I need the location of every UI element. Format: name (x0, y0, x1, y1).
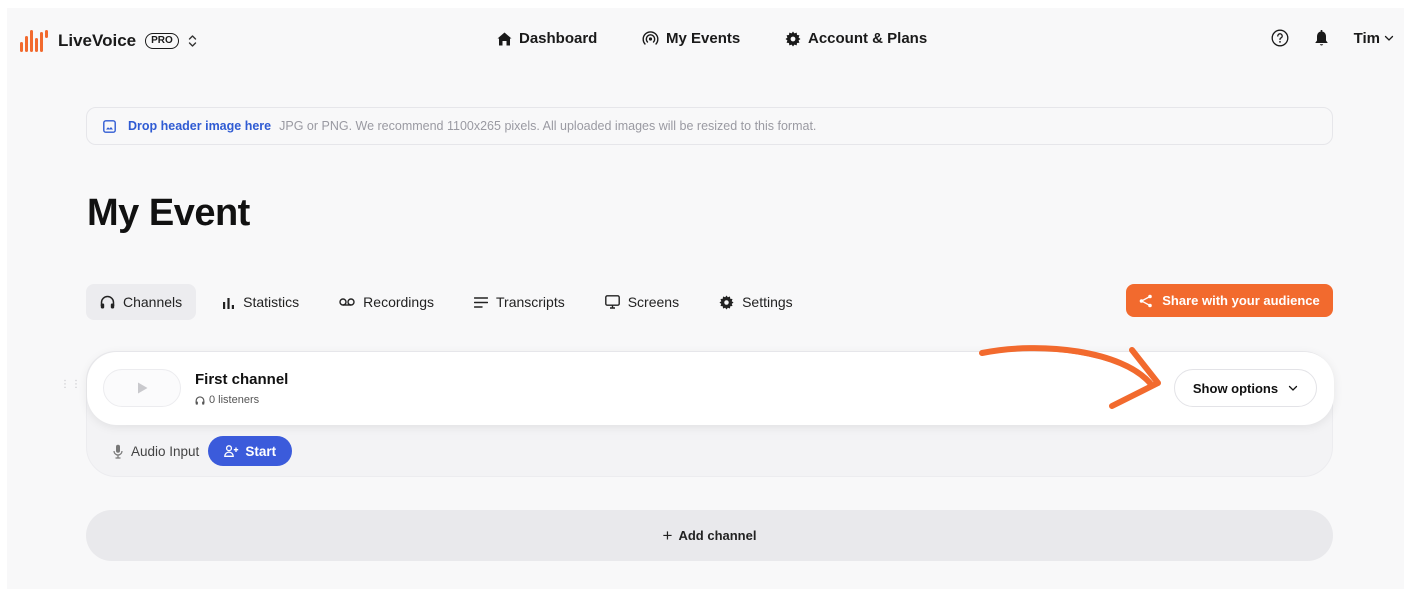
nav-dashboard[interactable]: Dashboard (497, 30, 597, 47)
broadcast-icon (642, 31, 659, 45)
app-frame: LiveVoice PRO Dashboard My Events Accoun… (7, 8, 1404, 589)
add-channel-label: Add channel (678, 528, 757, 543)
tab-statistics-label: Statistics (243, 294, 300, 310)
header-image-dropzone[interactable]: Drop header image here JPG or PNG. We re… (86, 107, 1333, 145)
bell-icon[interactable] (1312, 28, 1332, 48)
chevron-down-icon (1384, 35, 1394, 41)
microphone-icon (113, 444, 123, 459)
chevrons-up-down-icon[interactable] (188, 34, 197, 48)
share-button-label: Share with your audience (1162, 293, 1320, 308)
brand[interactable]: LiveVoice PRO (20, 30, 197, 52)
drag-handle-icon[interactable]: ⋮⋮ (60, 380, 82, 390)
user-name: Tim (1353, 29, 1380, 47)
headphones-icon (195, 395, 205, 405)
help-icon[interactable] (1270, 28, 1290, 48)
annotation-arrow-icon (979, 345, 1161, 409)
audio-input-row: Audio Input Start (113, 436, 293, 466)
tab-transcripts[interactable]: Transcripts (460, 284, 579, 320)
share-button[interactable]: Share with your audience (1126, 284, 1333, 317)
brand-name: LiveVoice (58, 31, 137, 50)
gear-icon (785, 31, 801, 46)
top-right-controls: Tim (1270, 28, 1394, 48)
page-title: My Event (87, 192, 250, 234)
start-button[interactable]: Start (208, 436, 293, 466)
headphones-icon (100, 295, 115, 309)
user-menu[interactable]: Tim (1354, 30, 1394, 47)
text-lines-icon (474, 296, 488, 308)
dropzone-action[interactable]: Drop header image here (128, 119, 271, 133)
tab-channels-label: Channels (123, 294, 183, 310)
play-icon (137, 382, 147, 394)
nav-my-events[interactable]: My Events (642, 30, 740, 47)
brand-logo-icon (20, 30, 48, 52)
add-channel-button[interactable]: + Add channel (86, 510, 1333, 561)
tab-settings-label: Settings (742, 294, 793, 310)
pro-badge: PRO (145, 33, 179, 49)
nav-my-events-label: My Events (666, 30, 741, 47)
chevron-down-icon (1288, 385, 1298, 391)
tab-statistics[interactable]: Statistics (208, 284, 313, 320)
tab-recordings[interactable]: Recordings (325, 284, 448, 320)
tab-channels[interactable]: Channels (86, 284, 197, 320)
event-tabs: Channels Statistics Recordings Transcrip… (86, 284, 819, 320)
nav-account-plans[interactable]: Account & Plans (785, 30, 927, 47)
show-options-button[interactable]: Show options (1174, 369, 1317, 407)
tab-screens[interactable]: Screens (591, 284, 693, 320)
nav-account-plans-label: Account & Plans (808, 30, 928, 47)
plus-icon: + (662, 525, 673, 545)
gear-icon (719, 294, 734, 310)
listeners-count: 0 listeners (209, 394, 260, 406)
user-plus-icon (224, 445, 239, 457)
channel-name: First channel (195, 371, 289, 388)
bar-chart-icon (223, 297, 235, 309)
tab-screens-label: Screens (627, 294, 680, 310)
nav-dashboard-label: Dashboard (519, 30, 598, 47)
start-button-label: Start (245, 443, 277, 459)
voicemail-icon (339, 298, 355, 306)
image-icon (103, 119, 116, 133)
dropzone-hint: JPG or PNG. We recommend 1100x265 pixels… (279, 119, 817, 133)
show-options-label: Show options (1192, 380, 1279, 396)
top-bar: LiveVoice PRO Dashboard My Events Accoun… (7, 8, 1404, 74)
monitor-icon (604, 295, 620, 309)
tab-transcripts-label: Transcripts (496, 294, 565, 310)
channel-listeners: 0 listeners (195, 394, 259, 406)
home-icon (497, 32, 512, 45)
tab-settings[interactable]: Settings (705, 284, 807, 320)
play-button[interactable] (103, 369, 181, 407)
share-icon (1139, 294, 1153, 307)
audio-input-label[interactable]: Audio Input (131, 444, 199, 459)
tab-recordings-label: Recordings (363, 294, 434, 310)
